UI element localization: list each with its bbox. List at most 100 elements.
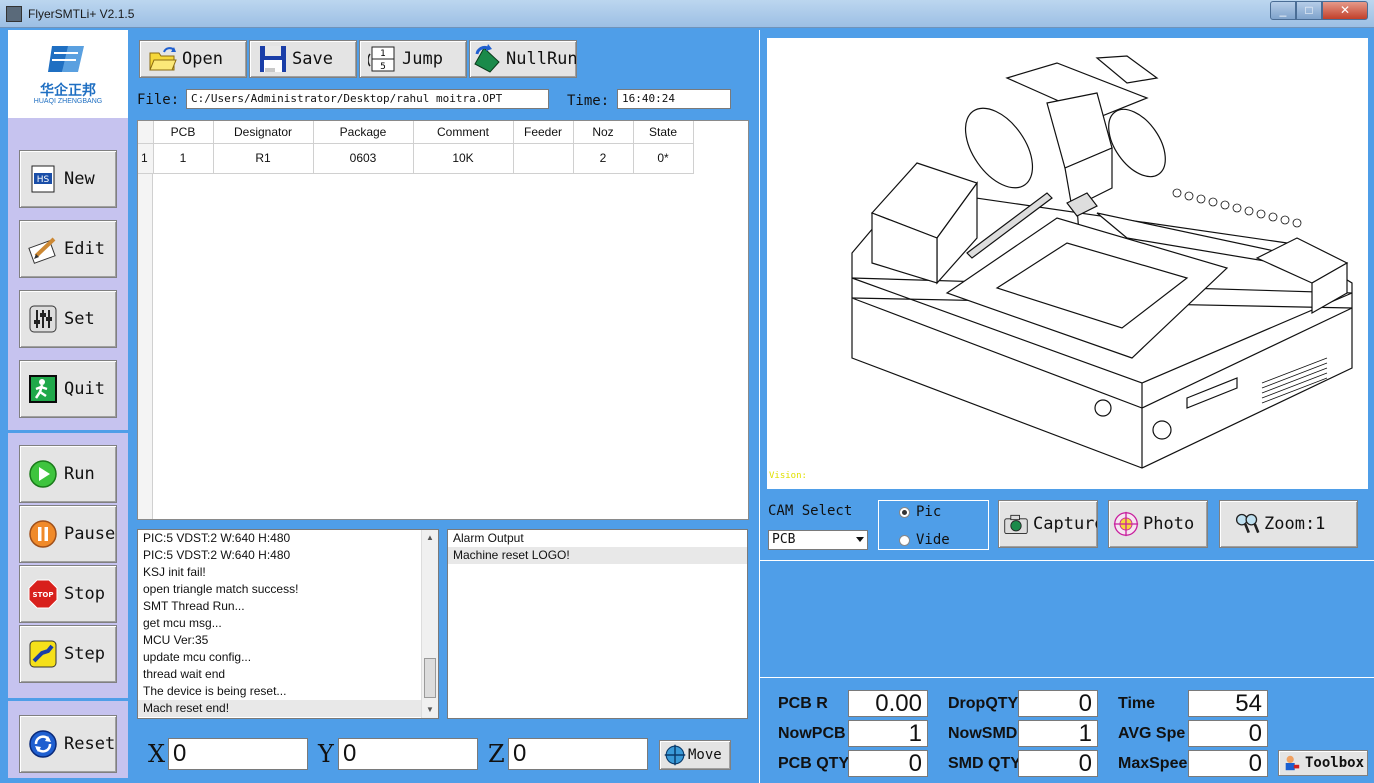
- scroll-up-icon[interactable]: ▲: [422, 530, 438, 546]
- jump-button[interactable]: 1 5 Jump: [359, 40, 467, 78]
- open-label: Open: [182, 49, 223, 69]
- time-stat-label: Time: [1118, 695, 1156, 712]
- play-icon: [29, 460, 57, 488]
- svg-text:HS: HS: [37, 175, 50, 185]
- minimize-button[interactable]: _: [1270, 1, 1296, 20]
- pcb-r-value: 0.00: [848, 690, 928, 717]
- edit-button[interactable]: Edit: [19, 220, 117, 278]
- reset-button[interactable]: Reset: [19, 715, 117, 773]
- open-button[interactable]: Open: [139, 40, 247, 78]
- nowsmd-value: 1: [1018, 720, 1098, 747]
- title-bar: FlyerSMTLi+ V2.1.5 _ □ ✕: [0, 0, 1374, 28]
- reset-label: Reset: [64, 734, 116, 754]
- app-icon: [6, 6, 22, 22]
- window-controls: _ □ ✕: [1270, 1, 1368, 20]
- x-coord-field[interactable]: 0: [168, 738, 308, 770]
- jump-icon: 1 5: [368, 46, 395, 72]
- vision-camera-view[interactable]: Vision:: [767, 38, 1368, 489]
- panel-divider: [760, 677, 1374, 678]
- radio-unselected-icon: [899, 534, 910, 546]
- save-label: Save: [292, 49, 333, 69]
- window-title: FlyerSMTLi+ V2.1.5: [28, 7, 135, 21]
- log-line: KSJ init fail!: [143, 565, 206, 579]
- file-label: File:: [137, 92, 180, 108]
- z-label: Z: [488, 740, 505, 768]
- cam-select-dropdown[interactable]: PCB: [768, 530, 868, 550]
- scroll-thumb[interactable]: [424, 658, 436, 698]
- pause-button[interactable]: Pause: [19, 505, 117, 563]
- capture-button[interactable]: Capture: [998, 500, 1098, 548]
- cell-designator[interactable]: R1: [213, 143, 314, 174]
- video-radio[interactable]: Vide: [899, 532, 950, 548]
- z-coord-field[interactable]: 0: [508, 738, 648, 770]
- close-button[interactable]: ✕: [1322, 1, 1368, 20]
- logo-text-cn: 华企正邦: [40, 82, 96, 98]
- edit-label: Edit: [64, 239, 105, 259]
- step-button[interactable]: Step: [19, 625, 117, 683]
- svg-text:STOP: STOP: [33, 591, 54, 599]
- set-button[interactable]: Set: [19, 290, 117, 348]
- column-header[interactable]: Designator: [213, 121, 314, 144]
- save-button[interactable]: Save: [249, 40, 357, 78]
- y-coord-field[interactable]: 0: [338, 738, 478, 770]
- stop-button[interactable]: STOP Stop: [19, 565, 117, 623]
- log-scrollbar[interactable]: ▲ ▼: [421, 530, 438, 718]
- edit-pencil-icon: [28, 237, 56, 264]
- log-line: open triangle match success!: [143, 582, 299, 596]
- smt-machine-illustration: [851, 55, 1353, 469]
- cell-pcb[interactable]: 1: [153, 143, 214, 174]
- quit-button[interactable]: Quit: [19, 360, 117, 418]
- time-stat-value: 54: [1188, 690, 1268, 717]
- column-header[interactable]: State: [633, 121, 694, 144]
- nowpcb-value: 1: [848, 720, 928, 747]
- zoom-label: Zoom:1: [1264, 514, 1326, 534]
- stop-label: Stop: [64, 584, 105, 604]
- nullrun-button[interactable]: NullRun: [469, 40, 577, 78]
- alarm-header: Alarm Output: [453, 531, 524, 545]
- photo-button[interactable]: Photo: [1108, 500, 1208, 548]
- svg-text:1: 1: [380, 49, 386, 59]
- row-number-header: [138, 121, 154, 144]
- column-header[interactable]: Feeder: [513, 121, 574, 144]
- time-field[interactable]: 16:40:24: [617, 89, 731, 109]
- smd-qty-value: 0: [1018, 750, 1098, 777]
- pic-radio[interactable]: Pic: [899, 504, 941, 520]
- log-line: PIC:5 VDST:2 W:640 H:480: [143, 548, 291, 562]
- radio-selected-icon: [899, 506, 910, 518]
- run-button[interactable]: Run: [19, 445, 117, 503]
- camera-icon: [1004, 514, 1028, 534]
- table-row[interactable]: 1 1 R1 0603 10K 2 0*: [138, 143, 694, 174]
- maximize-button[interactable]: □: [1296, 1, 1322, 20]
- avg-speed-value: 0: [1188, 720, 1268, 747]
- logo-text-en: HUAQI ZHENGBANG: [33, 98, 103, 105]
- cell-comment[interactable]: 10K: [413, 143, 514, 174]
- zoom-button[interactable]: Zoom:1: [1219, 500, 1358, 548]
- scroll-down-icon[interactable]: ▼: [422, 702, 438, 718]
- column-header[interactable]: PCB: [153, 121, 214, 144]
- floppy-disk-icon: [260, 46, 286, 72]
- column-header[interactable]: Package: [313, 121, 414, 144]
- cell-feeder[interactable]: [513, 143, 574, 174]
- alarm-output[interactable]: Alarm Output Machine reset LOGO!: [447, 529, 748, 719]
- move-button[interactable]: Move: [659, 740, 731, 770]
- pic-label: Pic: [916, 504, 942, 520]
- nowpcb-label: NowPCB: [778, 725, 846, 742]
- jump-label: Jump: [402, 49, 443, 69]
- file-path-field[interactable]: C:/Users/Administrator/Desktop/rahul moi…: [186, 89, 549, 109]
- cell-package[interactable]: 0603: [313, 143, 414, 174]
- column-header[interactable]: Noz: [573, 121, 634, 144]
- panel-divider: [760, 560, 1374, 561]
- photo-label: Photo: [1143, 514, 1195, 534]
- cell-noz[interactable]: 2: [573, 143, 634, 174]
- set-label: Set: [64, 309, 95, 329]
- nullrun-label: NullRun: [506, 49, 577, 69]
- log-line: The device is being reset...: [143, 684, 287, 698]
- column-header[interactable]: Comment: [413, 121, 514, 144]
- message-log[interactable]: PIC:5 VDST:2 W:640 H:480 PIC:5 VDST:2 W:…: [137, 529, 439, 719]
- capture-mode-group: Pic Vide: [878, 500, 989, 550]
- pcb-qty-label: PCB QTY: [778, 755, 850, 772]
- placement-table[interactable]: PCB Designator Package Comment Feeder No…: [137, 120, 749, 520]
- cell-state[interactable]: 0*: [633, 143, 694, 174]
- new-button[interactable]: HS New: [19, 150, 117, 208]
- toolbox-button[interactable]: Toolbox: [1278, 750, 1368, 776]
